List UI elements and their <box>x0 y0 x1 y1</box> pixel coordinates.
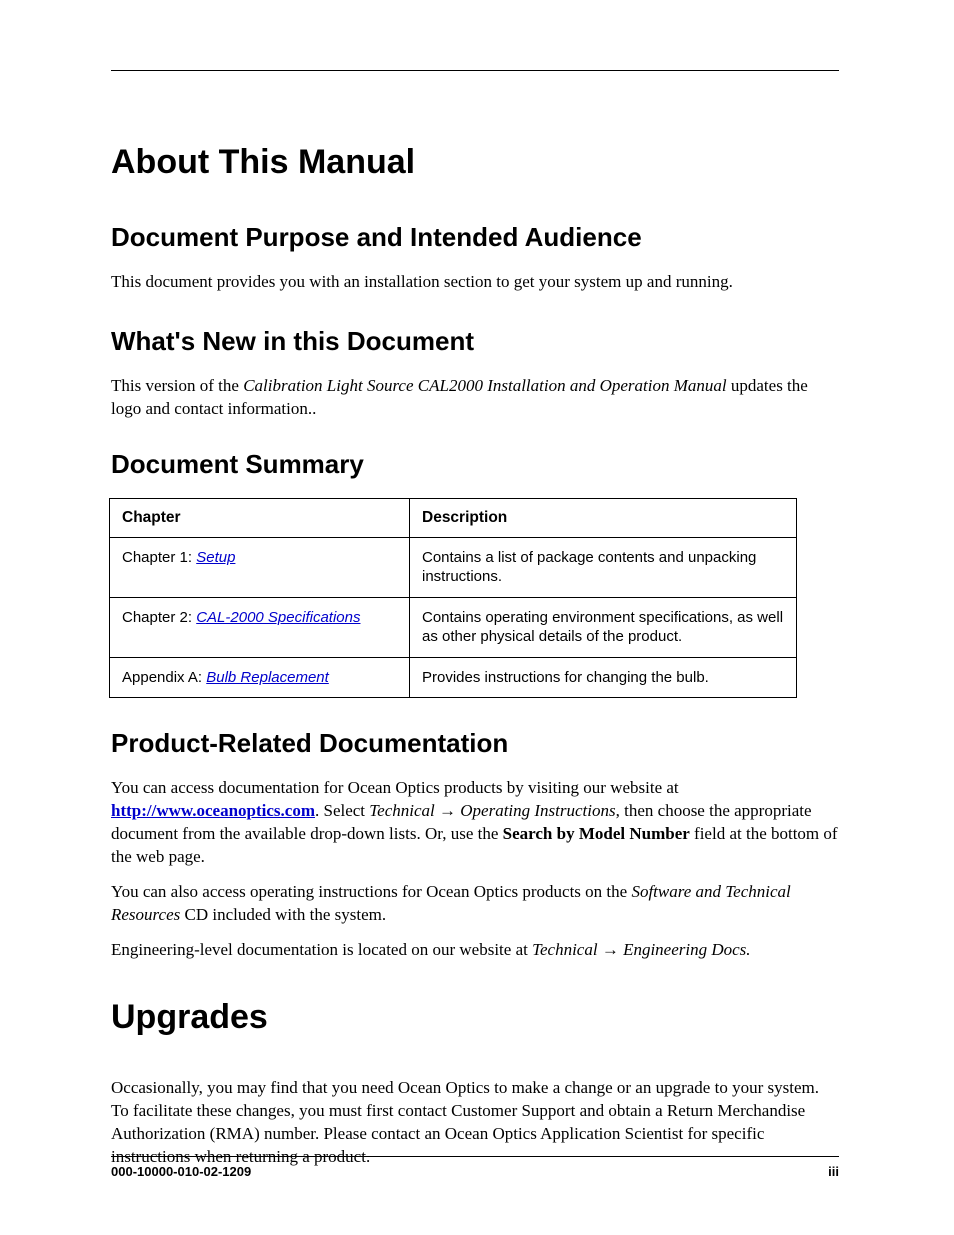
chapter-link-bulb[interactable]: Bulb Replacement <box>206 669 329 686</box>
related-search-label: Search by Model Number <box>503 824 690 843</box>
table-row: Chapter 2: CAL-2000 Specifications Conta… <box>110 597 797 657</box>
summary-table: Chapter Description Chapter 1: Setup Con… <box>109 498 797 699</box>
related-nav1: Technical → Operating Instructions <box>369 801 615 820</box>
related-p3-a: Engineering-level documentation is locat… <box>111 940 532 959</box>
table-header-row: Chapter Description <box>110 498 797 537</box>
heading-purpose: Document Purpose and Intended Audience <box>111 222 839 253</box>
related-url[interactable]: http://www.oceanoptics.com <box>111 801 315 820</box>
heading-whatsnew: What's New in this Document <box>111 326 839 357</box>
body-purpose: This document provides you with an insta… <box>111 271 839 294</box>
chapter-prefix: Chapter 1: <box>122 549 196 566</box>
table-row: Appendix A: Bulb Replacement Provides in… <box>110 657 797 698</box>
cell-description: Contains operating environment specifica… <box>410 597 797 657</box>
section-summary: Document Summary Chapter Description Cha… <box>111 449 839 699</box>
section-whatsnew: What's New in this Document This version… <box>111 326 839 421</box>
related-p2-b: CD included with the system. <box>180 905 386 924</box>
th-chapter: Chapter <box>110 498 410 537</box>
cell-description: Provides instructions for changing the b… <box>410 657 797 698</box>
cell-chapter: Chapter 1: Setup <box>110 537 410 597</box>
upgrades-body: Occasionally, you may find that you need… <box>111 1077 839 1169</box>
chapter-link-specs[interactable]: CAL-2000 Specifications <box>196 609 360 626</box>
th-description: Description <box>410 498 797 537</box>
related-p1-b: . Select <box>315 801 369 820</box>
footer: 000-10000-010-02-1209 iii <box>111 1164 839 1179</box>
section-purpose: Document Purpose and Intended Audience T… <box>111 222 839 294</box>
cell-chapter: Appendix A: Bulb Replacement <box>110 657 410 698</box>
table-row: Chapter 1: Setup Contains a list of pack… <box>110 537 797 597</box>
chapter-prefix: Appendix A: <box>122 669 206 686</box>
main-title: About This Manual <box>111 143 839 182</box>
heading-related: Product-Related Documentation <box>111 728 839 759</box>
whatsnew-doc-title: Calibration Light Source CAL2000 Install… <box>243 376 726 395</box>
cell-chapter: Chapter 2: CAL-2000 Specifications <box>110 597 410 657</box>
whatsnew-prefix: This version of the <box>111 376 243 395</box>
chapter-link-setup[interactable]: Setup <box>196 549 235 566</box>
footer-rule <box>111 1156 839 1157</box>
related-p1: You can access documentation for Ocean O… <box>111 777 839 869</box>
section-related: Product-Related Documentation You can ac… <box>111 728 839 962</box>
top-rule <box>111 70 839 71</box>
related-p2: You can also access operating instructio… <box>111 881 839 927</box>
chapter-prefix: Chapter 2: <box>122 609 196 626</box>
cell-description: Contains a list of package contents and … <box>410 537 797 597</box>
page-content: About This Manual Document Purpose and I… <box>0 0 954 1169</box>
body-whatsnew: This version of the Calibration Light So… <box>111 375 839 421</box>
footer-pagenum: iii <box>828 1164 839 1179</box>
heading-summary: Document Summary <box>111 449 839 480</box>
related-p3: Engineering-level documentation is locat… <box>111 939 839 962</box>
related-p3-italic: Technical → Engineering Docs. <box>532 940 750 959</box>
footer-docnum: 000-10000-010-02-1209 <box>111 1164 251 1179</box>
related-p1-a: You can access documentation for Ocean O… <box>111 778 679 797</box>
upgrades-title: Upgrades <box>111 998 839 1037</box>
related-p2-a: You can also access operating instructio… <box>111 882 631 901</box>
